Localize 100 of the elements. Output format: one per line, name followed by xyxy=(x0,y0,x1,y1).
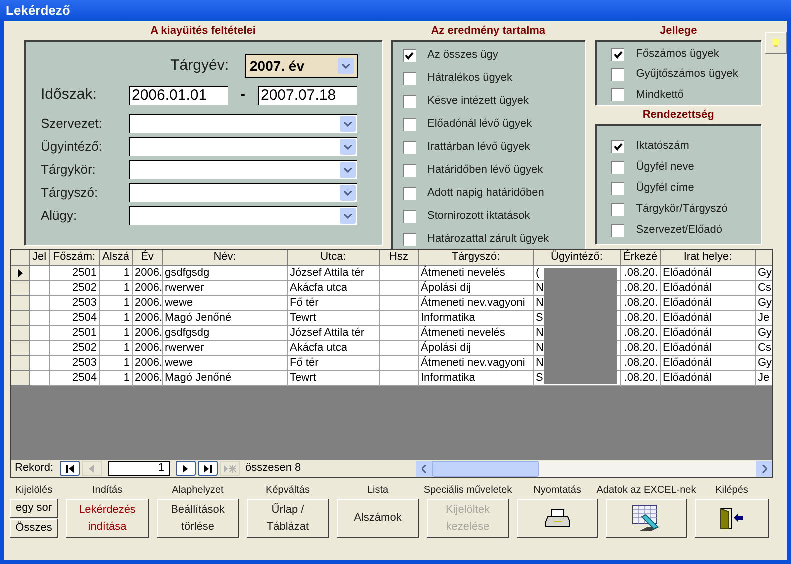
combobox[interactable] xyxy=(129,114,357,133)
action-button[interactable]: Alszámok xyxy=(337,499,419,538)
column-header[interactable] xyxy=(756,250,772,266)
checkbox[interactable] xyxy=(402,210,416,223)
section-heading: Jellege xyxy=(658,25,698,38)
checkbox[interactable] xyxy=(402,95,416,108)
scroll-thumb[interactable] xyxy=(432,460,539,476)
previous-record-icon xyxy=(89,464,94,472)
action-button[interactable]: Beállítások törlése xyxy=(157,499,239,538)
option-label: Iktatószám xyxy=(636,139,690,154)
column-header[interactable]: Év xyxy=(133,250,163,266)
table-cell: Gy xyxy=(756,296,772,311)
table-cell: .08.20. xyxy=(621,296,661,311)
column-header[interactable]: Érkezé xyxy=(621,250,661,266)
first-record-button[interactable] xyxy=(60,461,80,476)
checkbox[interactable] xyxy=(402,118,416,131)
chevron-down-icon xyxy=(344,190,352,196)
date-field[interactable]: 2006.01.01 xyxy=(129,86,228,104)
checkbox[interactable] xyxy=(611,161,624,174)
record-number-field[interactable]: 1 xyxy=(108,461,170,476)
checkbox[interactable] xyxy=(402,233,416,246)
checkbox[interactable] xyxy=(611,182,624,195)
table-cell: 2006. xyxy=(133,311,163,326)
help-button[interactable] xyxy=(765,32,787,54)
group-caption: Indítás xyxy=(92,484,123,497)
table-cell: 2501 xyxy=(50,266,100,281)
table-cell: Gy xyxy=(756,356,772,371)
column-header[interactable]: Jel xyxy=(30,250,50,266)
column-header[interactable]: Hsz xyxy=(380,250,419,266)
table-cell: rwerwer xyxy=(163,281,288,296)
action-button[interactable]: Lekérdezés indítása xyxy=(66,499,149,538)
checkbox[interactable] xyxy=(402,164,416,177)
checkbox[interactable] xyxy=(611,88,624,102)
group-caption: Kilépés xyxy=(716,484,748,497)
table-cell: .08.20. xyxy=(621,311,661,326)
option-label: Az összes ügy xyxy=(428,48,498,64)
row-selector[interactable] xyxy=(11,266,30,281)
checkbox[interactable] xyxy=(611,203,624,216)
checkbox[interactable] xyxy=(611,48,624,61)
checkbox[interactable] xyxy=(611,140,624,153)
column-header[interactable]: Tárgyszó: xyxy=(419,250,534,266)
date-field[interactable]: 2007.07.18 xyxy=(258,86,357,104)
column-header[interactable]: Irat helye: xyxy=(661,250,756,266)
action-button[interactable]: Űrlap / Táblázat xyxy=(247,499,329,538)
table-cell: Előadónál xyxy=(661,371,756,386)
table-cell: Ápolási dij xyxy=(419,281,534,296)
window-title: Lekérdező xyxy=(6,2,70,20)
table-cell: .08.20. xyxy=(621,371,661,386)
dropdown-button[interactable] xyxy=(340,208,356,224)
group-caption: Alaphelyzet xyxy=(172,484,224,497)
column-header[interactable]: Név: xyxy=(163,250,288,266)
combobox[interactable] xyxy=(129,160,357,179)
table-cell: wewe xyxy=(163,356,288,371)
print-button[interactable] xyxy=(517,499,598,538)
horizontal-scrollbar[interactable] xyxy=(416,460,772,476)
dropdown-button[interactable] xyxy=(340,116,356,132)
checkbox[interactable] xyxy=(611,224,624,237)
checkbox[interactable] xyxy=(611,68,624,81)
scroll-right-button[interactable] xyxy=(756,460,772,476)
next-record-button[interactable] xyxy=(176,461,196,476)
combobox[interactable] xyxy=(129,137,357,156)
table-cell: 2504 xyxy=(50,371,100,386)
printer-icon xyxy=(544,508,570,528)
checkbox[interactable] xyxy=(402,187,416,200)
checkmark-icon xyxy=(614,50,623,59)
column-header[interactable]: Ügyintéző: xyxy=(534,250,621,266)
last-record-button[interactable] xyxy=(198,461,218,476)
table-cell: 1 xyxy=(100,356,133,371)
option-label: Irattárban lévő ügyek xyxy=(428,140,530,156)
column-header[interactable]: Utca: xyxy=(288,250,380,266)
export-button[interactable] xyxy=(606,499,687,538)
dropdown-button[interactable] xyxy=(340,162,356,178)
column-header[interactable]: Alszá xyxy=(100,250,133,266)
table-cell: 2006. xyxy=(133,296,163,311)
group-caption: Kijelölés xyxy=(15,484,53,497)
option-label: Előadónál lévő ügyek xyxy=(428,117,532,132)
select-button[interactable]: egy sor xyxy=(10,499,58,518)
dropdown-button[interactable] xyxy=(340,139,356,155)
checkbox[interactable] xyxy=(402,49,416,62)
exit-button[interactable] xyxy=(695,499,769,538)
combobox[interactable] xyxy=(129,183,357,202)
dropdown-button[interactable] xyxy=(338,58,354,74)
field-label: Alügy: xyxy=(40,206,78,225)
table-cell: Átmeneti nev.vagyoni xyxy=(419,296,534,311)
checkbox[interactable] xyxy=(402,141,416,154)
dropdown-button[interactable] xyxy=(340,185,356,201)
combobox[interactable] xyxy=(129,206,357,225)
year-combobox[interactable]: 2007. év xyxy=(245,54,358,78)
table-cell: Előadónál xyxy=(661,296,756,311)
scroll-left-button[interactable] xyxy=(416,460,432,476)
table-cell: rwerwer xyxy=(163,341,288,356)
table-cell: 1 xyxy=(100,281,133,296)
table-cell: .08.20. xyxy=(621,281,661,296)
last-record-icon xyxy=(204,464,212,472)
field-label: Ügyintéző: xyxy=(40,138,104,156)
column-header[interactable]: Főszám: xyxy=(50,250,100,266)
select-button[interactable]: Összes xyxy=(10,519,58,538)
option-label: Ügyfél címe xyxy=(636,180,694,196)
checkbox[interactable] xyxy=(402,72,416,85)
table-cell: Fő tér xyxy=(288,296,380,311)
